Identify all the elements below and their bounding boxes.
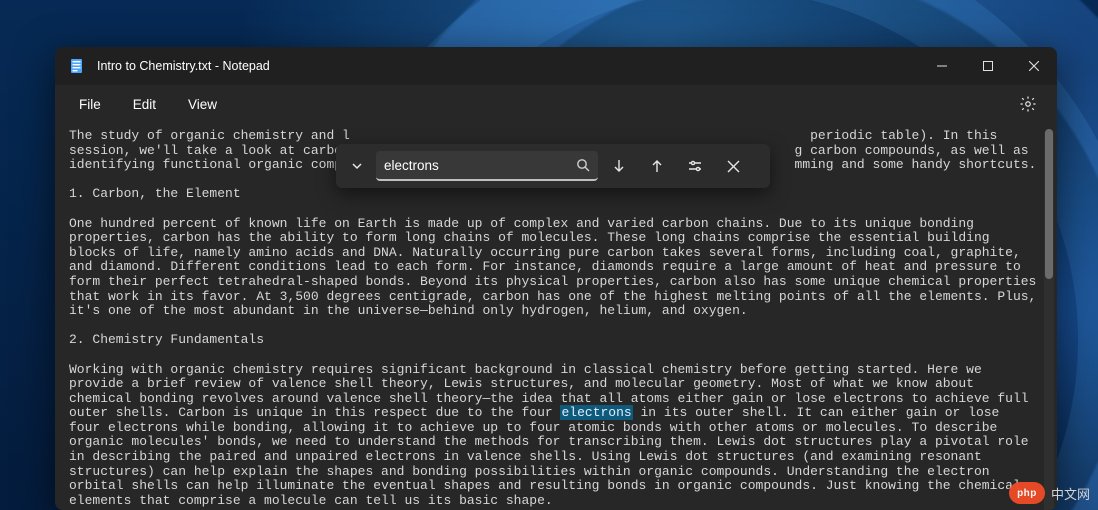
watermark-logo: php [1009, 482, 1045, 504]
window-title: Intro to Chemistry.txt - Notepad [97, 59, 270, 73]
search-highlight: electrons [560, 405, 632, 420]
sliders-icon [687, 158, 703, 174]
find-input-wrap [376, 151, 598, 181]
notepad-app-icon [69, 58, 85, 74]
close-button[interactable] [1011, 47, 1057, 85]
find-expand-button[interactable] [342, 150, 372, 182]
close-icon [727, 160, 740, 173]
find-input[interactable] [384, 158, 570, 173]
watermark-text: 中文网 [1051, 484, 1090, 503]
find-bar [336, 144, 770, 188]
find-close-button[interactable] [716, 150, 750, 182]
gear-icon [1019, 95, 1037, 113]
search-icon[interactable] [576, 158, 590, 172]
find-next-button[interactable] [602, 150, 636, 182]
menu-bar: File Edit View [55, 85, 1057, 123]
window-controls [919, 47, 1057, 85]
scrollbar-thumb[interactable] [1045, 129, 1053, 279]
menu-file[interactable]: File [65, 91, 115, 118]
title-bar[interactable]: Intro to Chemistry.txt - Notepad [55, 47, 1057, 85]
menu-edit[interactable]: Edit [119, 91, 170, 118]
maximize-button[interactable] [965, 47, 1011, 85]
chevron-down-icon [350, 159, 364, 173]
find-previous-button[interactable] [640, 150, 674, 182]
settings-button[interactable] [1009, 89, 1047, 119]
menu-view[interactable]: View [174, 91, 231, 118]
arrow-up-icon [649, 158, 665, 174]
find-options-button[interactable] [678, 150, 712, 182]
text-after: in its outer shell. It can either gain o… [69, 405, 1036, 508]
scrollbar-track[interactable] [1044, 129, 1054, 510]
notepad-window: Intro to Chemistry.txt - Notepad File Ed… [55, 47, 1057, 510]
minimize-button[interactable] [919, 47, 965, 85]
watermark: php 中文网 [1009, 482, 1090, 504]
arrow-down-icon [611, 158, 627, 174]
